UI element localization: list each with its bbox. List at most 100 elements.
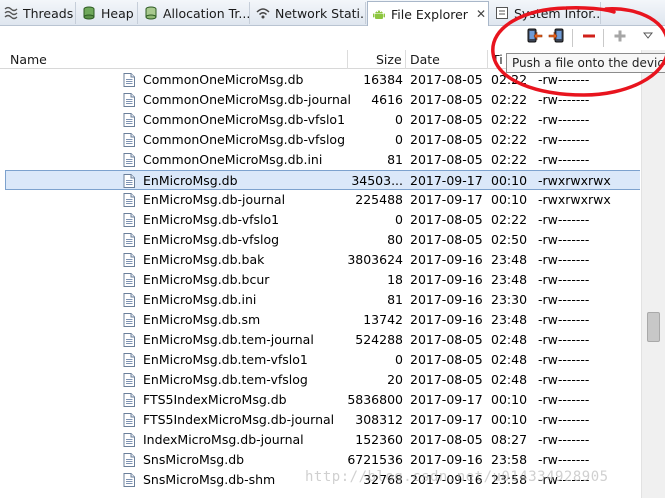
file-permissions: -rw------- <box>538 292 590 307</box>
file-row[interactable]: EnMicroMsg.db.bcur 18 2017-09-16 23:48 -rw--… <box>0 270 640 290</box>
file-name: CommonOneMicroMsg.db-vfslo1 <box>143 112 346 127</box>
file-time: 00:10 <box>491 173 528 188</box>
vertical-scrollbar[interactable] <box>641 50 665 498</box>
close-icon[interactable]: ✕ <box>476 7 486 21</box>
file-row[interactable]: EnMicroMsg.db.tem-vfslo1 0 2017-08-05 02:48… <box>0 350 640 370</box>
file-icon <box>123 293 137 307</box>
file-size: 81 <box>387 292 403 307</box>
file-permissions: -rw------- <box>538 132 590 147</box>
tab-system-information[interactable]: System Infor... <box>491 2 601 24</box>
push-file-button[interactable] <box>547 27 567 47</box>
file-size: 3803624 <box>347 252 403 267</box>
column-header-name[interactable]: Name <box>6 50 306 69</box>
file-size: 5836800 <box>347 392 403 407</box>
file-time: 00:10 <box>491 192 528 207</box>
scrollbar-thumb[interactable] <box>647 312 660 342</box>
file-name: CommonOneMicroMsg.db-journal <box>143 92 351 107</box>
file-permissions: -rw------- <box>538 452 590 467</box>
file-row[interactable]: FTS5IndexMicroMsg.db-journal 308312 2017-0… <box>0 410 640 430</box>
file-row[interactable]: EnMicroMsg.db-vfslo1 0 2017-08-05 02:22 -rw-… <box>0 210 640 230</box>
file-icon <box>123 333 137 347</box>
file-icon <box>123 433 137 447</box>
column-header-date[interactable]: Date <box>406 50 486 69</box>
android-icon <box>372 7 386 21</box>
tab-heap[interactable]: Heap <box>78 2 138 24</box>
view-menu-button[interactable] <box>640 27 656 47</box>
file-permissions: -rwxrwxrwx <box>538 192 611 207</box>
column-divider[interactable] <box>347 50 348 69</box>
file-permissions: -rw------- <box>538 232 590 247</box>
file-date: 2017-08-05 <box>410 72 483 87</box>
file-row[interactable]: EnMicroMsg.db-vfslog 80 2017-08-05 02:50 -rw… <box>0 230 640 250</box>
file-size: 0 <box>395 352 403 367</box>
file-size: 225488 <box>355 192 403 207</box>
file-row[interactable]: EnMicroMsg.db-journal 225488 2017-09-17 00:… <box>0 190 640 210</box>
file-name: EnMicroMsg.db-vfslo1 <box>143 212 280 227</box>
file-icon <box>123 213 137 227</box>
file-name: EnMicroMsg.db.sm <box>143 312 261 327</box>
file-row[interactable]: EnMicroMsg.db 34503... 2017-09-17 00:10 -rwx… <box>5 170 640 190</box>
column-header-size[interactable]: Size <box>372 50 404 69</box>
file-row[interactable]: EnMicroMsg.db.tem-vfslog 20 2017-08-05 02:4… <box>0 370 640 390</box>
file-name: EnMicroMsg.db-journal <box>143 192 286 207</box>
file-size: 0 <box>395 132 403 147</box>
pull-file-icon <box>525 27 543 48</box>
push-file-tooltip: Push a file onto the device <box>506 53 665 73</box>
file-row[interactable]: FTS5IndexMicroMsg.db 5836800 2017-09-17 00:… <box>0 390 640 410</box>
tab-file-explorer[interactable]: File Explorer ✕ <box>367 1 489 26</box>
tab-network-statistics[interactable]: Network Stati... <box>252 2 366 24</box>
push-file-icon <box>548 27 566 48</box>
file-name: EnMicroMsg.db.tem-vfslog <box>143 372 308 387</box>
file-row[interactable]: EnMicroMsg.db.tem-journal 524288 2017-08-0… <box>0 330 640 350</box>
file-row[interactable]: CommonOneMicroMsg.db-vfslo1 0 2017-08-05 02… <box>0 110 640 130</box>
file-permissions: -rw------- <box>538 112 590 127</box>
new-folder-button[interactable] <box>610 27 630 47</box>
file-name: EnMicroMsg.db-vfslog <box>143 232 280 247</box>
tab-label: Threads <box>23 5 74 21</box>
file-icon <box>123 313 137 327</box>
file-name: EnMicroMsg.db.ini <box>143 292 257 307</box>
file-size: 34503... <box>351 173 403 188</box>
file-icon <box>123 133 137 147</box>
network-icon <box>256 6 270 20</box>
file-permissions: -rw------- <box>538 212 590 227</box>
file-name: EnMicroMsg.db <box>143 173 238 188</box>
file-row[interactable]: EnMicroMsg.db.ini 81 2017-09-16 23:30 -rw---… <box>0 290 640 310</box>
add-icon <box>612 28 628 47</box>
file-icon <box>123 413 137 427</box>
toolbar-separator <box>603 29 604 47</box>
tab-label: Allocation Tr... <box>163 5 250 21</box>
file-size: 13742 <box>363 312 403 327</box>
file-time: 23:48 <box>491 272 528 287</box>
file-permissions: -rw------- <box>538 392 590 407</box>
file-time: 23:48 <box>491 312 528 327</box>
file-row[interactable]: EnMicroMsg.db.sm 13742 2017-09-16 23:48 -rw-… <box>0 310 640 330</box>
file-date: 2017-08-05 <box>410 92 483 107</box>
file-row[interactable]: IndexMicroMsg.db-journal 152360 2017-08-05… <box>0 430 640 450</box>
pull-file-button[interactable] <box>524 27 544 47</box>
file-date: 2017-09-17 <box>410 392 483 407</box>
file-time: 02:22 <box>491 212 528 227</box>
allocation-icon <box>144 6 158 20</box>
file-date: 2017-09-16 <box>410 452 483 467</box>
file-icon <box>123 273 137 287</box>
delete-button[interactable] <box>579 27 599 47</box>
file-row[interactable]: CommonOneMicroMsg.db-journal 4616 2017-08-… <box>0 90 640 110</box>
tab-allocation-tracker[interactable]: Allocation Tr... <box>140 2 250 24</box>
file-icon <box>123 453 137 467</box>
file-permissions: -rw------- <box>538 72 590 87</box>
file-row[interactable]: CommonOneMicroMsg.db 16384 2017-08-05 02:22… <box>0 70 640 90</box>
file-name: CommonOneMicroMsg.db-vfslog <box>143 132 346 147</box>
file-row[interactable]: SnsMicroMsg.db 6721536 2017-09-16 23:58 -rw-… <box>0 450 640 470</box>
file-permissions: -rw------- <box>538 312 590 327</box>
file-time: 23:48 <box>491 252 528 267</box>
file-row[interactable]: CommonOneMicroMsg.db.ini 81 2017-08-05 02:2… <box>0 150 640 170</box>
file-size: 80 <box>387 232 403 247</box>
file-row[interactable]: EnMicroMsg.db.bak 3803624 2017-09-16 23:48-… <box>0 250 640 270</box>
file-name: EnMicroMsg.db.tem-journal <box>143 332 314 347</box>
file-name: SnsMicroMsg.db <box>143 452 245 467</box>
tab-threads[interactable]: Threads <box>0 2 76 24</box>
file-icon <box>123 153 137 167</box>
file-row[interactable]: CommonOneMicroMsg.db-vfslog 0 2017-08-05 02… <box>0 130 640 150</box>
file-permissions: -rwxrwxrwx <box>538 173 611 188</box>
